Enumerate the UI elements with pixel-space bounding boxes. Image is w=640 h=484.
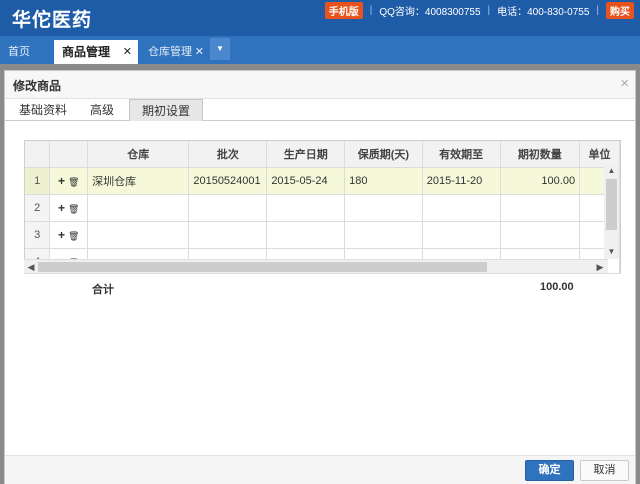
grid-table: 仓库 批次 生产日期 保质期(天) 有效期至 期初数量 单位 1 + 🗑 深圳仓库…	[25, 141, 620, 276]
scroll-up-icon[interactable]: ▲	[604, 166, 619, 178]
table-row[interactable]: 1 + 🗑 深圳仓库 20150524001 2015-05-24 180 201…	[25, 167, 620, 195]
phone-label: 电话：400-830-0755	[497, 6, 590, 18]
table-row[interactable]: 2 + 🗑	[25, 194, 620, 222]
mobile-version-badge[interactable]: 手机版	[324, 1, 363, 19]
delete-row-icon[interactable]: 🗑	[68, 231, 79, 241]
top-header: 华佗医药 手机版 | QQ咨询：4008300755 | 电话：400-830-…	[0, 0, 640, 36]
close-icon[interactable]: ✕	[195, 40, 204, 64]
total-label: 合计	[92, 284, 114, 296]
dialog-header: 修改商品 ×	[5, 71, 635, 99]
tab-dropdown-icon[interactable]: ▼	[210, 38, 230, 60]
cell-opening-qty[interactable]	[500, 194, 581, 222]
close-icon[interactable]: ✕	[123, 40, 132, 64]
cell-batch[interactable]: 20150524001	[188, 167, 268, 195]
scroll-left-icon[interactable]: ◀	[25, 260, 37, 274]
subtab-opening-settings[interactable]: 期初设置	[129, 99, 203, 121]
row-number-header	[25, 141, 51, 168]
cancel-button[interactable]: 取消	[580, 460, 629, 481]
close-icon[interactable]: ×	[620, 75, 629, 92]
tab-bar: 首页 商品管理 ✕ 仓库管理 ✕	[0, 36, 640, 64]
buy-badge[interactable]: 购买	[606, 1, 634, 19]
cell-batch[interactable]	[188, 221, 268, 249]
dialog-footer: 确定 取消	[5, 455, 635, 484]
row-number: 3	[25, 221, 51, 249]
cell-batch[interactable]	[188, 194, 268, 222]
app-logo[interactable]: 华佗医药	[12, 5, 92, 32]
scroll-thumb[interactable]	[606, 179, 617, 230]
cell-opening-qty[interactable]: 100.00	[500, 167, 581, 195]
col-produce-date[interactable]: 生产日期	[266, 141, 346, 168]
tab-label: 仓库管理	[148, 46, 192, 58]
row-actions: +🗑	[49, 194, 89, 222]
tab-warehouse-management[interactable]: 仓库管理 ✕	[140, 40, 210, 64]
dialog-subtabs: 基础资料 高级 期初设置	[5, 99, 635, 121]
add-row-icon[interactable]: +	[58, 201, 65, 215]
cell-opening-qty[interactable]	[500, 221, 581, 249]
cell-shelf-life[interactable]	[344, 194, 423, 222]
tab-home[interactable]: 首页	[0, 40, 52, 64]
tab-label: 首页	[8, 46, 30, 58]
horizontal-scrollbar[interactable]: ◀ ▶	[24, 259, 608, 273]
cell-shelf-life[interactable]	[344, 221, 423, 249]
edit-product-dialog: 修改商品 × 基础资料 高级 期初设置 仓库 批次 生产日期 保质期(天) 有效…	[4, 70, 636, 484]
header-links: 手机版 | QQ咨询：4008300755 | 电话：400-830-0755 …	[324, 1, 634, 19]
col-unit[interactable]: 单位	[579, 141, 620, 168]
col-opening-qty[interactable]: 期初数量	[500, 141, 581, 168]
add-row-icon[interactable]: +	[58, 228, 65, 242]
tab-product-management[interactable]: 商品管理 ✕	[54, 40, 138, 64]
cell-warehouse[interactable]	[87, 194, 190, 222]
cell-produce-date[interactable]: 2015-05-24	[266, 167, 346, 195]
dialog-title: 修改商品	[13, 79, 62, 93]
col-warehouse[interactable]: 仓库	[87, 141, 190, 168]
col-shelf-life[interactable]: 保质期(天)	[344, 141, 423, 168]
subtab-basic-info[interactable]: 基础资料	[13, 99, 73, 121]
actions-header	[49, 141, 89, 168]
total-qty: 100.00	[540, 281, 574, 293]
scroll-thumb[interactable]	[38, 262, 487, 272]
scroll-down-icon[interactable]: ▼	[604, 247, 619, 259]
separator: |	[369, 4, 373, 16]
tab-label: 商品管理	[62, 45, 111, 59]
row-number: 2	[25, 194, 51, 222]
cell-warehouse[interactable]: 深圳仓库	[87, 167, 190, 195]
scroll-right-icon[interactable]: ▶	[594, 260, 606, 274]
row-actions: +🗑	[49, 167, 89, 195]
vertical-scrollbar[interactable]: ▲ ▼	[604, 166, 619, 259]
cell-shelf-life[interactable]: 180	[344, 167, 423, 195]
cell-produce-date[interactable]	[266, 194, 346, 222]
delete-row-icon[interactable]: 🗑	[68, 204, 79, 214]
cell-warehouse[interactable]	[87, 221, 190, 249]
cell-expire-date[interactable]: 2015-11-20	[422, 167, 501, 195]
cell-produce-date[interactable]	[266, 221, 346, 249]
grid-total-row: 合计 100.00	[24, 273, 621, 299]
table-row[interactable]: 3 + 🗑	[25, 221, 620, 249]
separator: |	[596, 4, 599, 16]
row-number: 1	[25, 167, 51, 195]
confirm-button[interactable]: 确定	[525, 460, 574, 481]
add-row-icon[interactable]: +	[58, 174, 65, 188]
col-expire-date[interactable]: 有效期至	[422, 141, 501, 168]
col-batch[interactable]: 批次	[188, 141, 268, 168]
qq-consult-link[interactable]: QQ咨询：4008300755	[379, 3, 480, 18]
cell-expire-date[interactable]	[422, 221, 501, 249]
grid-header-row: 仓库 批次 生产日期 保质期(天) 有效期至 期初数量 单位	[25, 141, 620, 168]
subtab-advanced[interactable]: 高级	[79, 99, 125, 121]
cell-expire-date[interactable]	[422, 194, 501, 222]
row-actions: +🗑	[49, 221, 89, 249]
delete-row-icon[interactable]: 🗑	[68, 177, 79, 187]
separator: |	[487, 4, 491, 16]
